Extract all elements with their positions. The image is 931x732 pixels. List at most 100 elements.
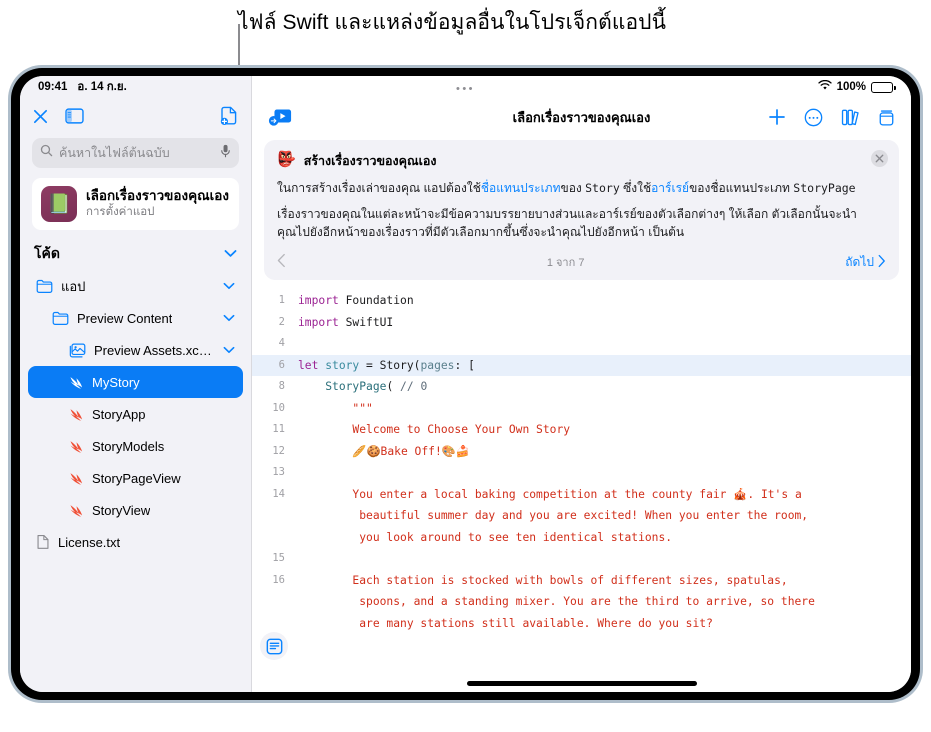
p1-part-c: ซึ่งใช้ — [619, 181, 652, 195]
p1-part-a: ในการสร้างเรื่องเล่าของคุณ แอปต้องใช้ — [277, 181, 481, 195]
run-preview-icon[interactable] — [268, 108, 292, 127]
close-icon[interactable] — [871, 150, 888, 167]
project-card[interactable]: 📗 เลือกเรื่องราวของคุณเอง การตั้งค่าแอป — [32, 178, 239, 230]
tree-item-preview-content[interactable]: Preview Content — [28, 302, 243, 334]
layers-icon[interactable] — [878, 108, 895, 127]
home-indicator — [466, 681, 697, 686]
code-text: 🥖🍪Bake Off!🎨🍰 — [298, 441, 469, 463]
line-number: 13 — [272, 466, 285, 479]
code-token: Each station is stocked with bowls of di… — [298, 573, 788, 587]
swift-icon — [68, 471, 84, 486]
code-line[interactable]: you look around to see ten identical sta… — [252, 527, 911, 549]
library-icon[interactable] — [841, 108, 860, 127]
tree-item-storyapp[interactable]: StoryApp — [28, 398, 243, 430]
code-token: are many stations still available. Where… — [298, 616, 713, 630]
info-card-page-count: 1 จาก 7 — [546, 257, 585, 270]
code-text: You enter a local baking competition at … — [298, 484, 801, 506]
chevron-down-icon[interactable] — [224, 245, 237, 263]
tree-item-storypageview[interactable]: StoryPageView — [28, 462, 243, 494]
code-token: import — [298, 315, 339, 329]
tree-item-mystory[interactable]: MyStory — [28, 366, 243, 398]
status-bar: 09:41 อ. 14 ก.ย. 100% — [20, 76, 911, 98]
status-date: อ. 14 ก.ย. — [77, 81, 127, 93]
code-line[interactable]: are many stations still available. Where… — [252, 613, 911, 635]
code-line[interactable]: 15 — [252, 548, 911, 570]
code-token: Welcome to Choose Your Own Story — [298, 423, 571, 437]
code-line[interactable]: 4 — [252, 333, 911, 355]
main-toolbar-actions — [768, 108, 895, 127]
chevron-left-icon[interactable] — [277, 253, 286, 271]
code-line[interactable]: beautiful summer day and you are excited… — [252, 505, 911, 527]
document-assistant-icon[interactable] — [260, 632, 288, 660]
status-right-group: 100% — [817, 79, 896, 94]
code-line[interactable]: 16 Each station is stocked with bowls of… — [252, 570, 911, 592]
search-input[interactable]: ค้นหาในไฟล์ต้นฉบับ — [32, 138, 239, 168]
line-number: 12 — [272, 444, 285, 457]
code-line[interactable]: spoons, and a standing mixer. You are th… — [252, 591, 911, 613]
project-name: เลือกเรื่องราวของคุณเอง — [86, 188, 229, 204]
tree-item-preview-assets-xcass[interactable]: Preview Assets.xcass... — [28, 334, 243, 366]
file-tree: แอป Preview Content Preview Assets.xcass..… — [20, 268, 251, 558]
code-token: StoryPage — [325, 380, 387, 394]
chevron-down-icon[interactable] — [223, 309, 235, 327]
chevron-down-icon[interactable] — [223, 277, 235, 295]
sidebar-toggle-icon[interactable] — [65, 108, 84, 124]
line-number: 2 — [278, 315, 285, 328]
code-line[interactable]: 14 You enter a local baking competition … — [252, 484, 911, 506]
battery-icon — [871, 81, 896, 93]
code-line[interactable]: 8 StoryPage( // 0 — [252, 376, 911, 398]
sidebar-section-title: โค้ด — [34, 245, 60, 261]
code-line[interactable]: 1 import Foundation — [252, 290, 911, 312]
chevron-down-icon[interactable] — [223, 341, 235, 359]
code-editor[interactable]: 1 import Foundation 2 import SwiftUI 4 6 let … — [252, 286, 911, 692]
project-icon-glyph: 📗 — [47, 194, 71, 215]
folder-icon — [52, 311, 69, 325]
close-icon[interactable] — [32, 108, 49, 125]
line-number: 15 — [272, 552, 285, 565]
code-line[interactable]: 2 import SwiftUI — [252, 312, 911, 334]
tree-item-storyview[interactable]: StoryView — [28, 494, 243, 526]
link-typealias[interactable]: ชื่อแทนประเภท — [481, 181, 561, 195]
line-number: 1 — [278, 294, 285, 307]
ellipsis-circle-icon[interactable] — [804, 108, 823, 127]
new-file-icon[interactable] — [220, 106, 239, 127]
line-number: 4 — [278, 337, 285, 350]
sidebar-toolbar — [20, 98, 251, 134]
line-number: 11 — [272, 423, 285, 436]
code-line[interactable]: 12 🥖🍪Bake Off!🎨🍰 — [252, 441, 911, 463]
code-line[interactable]: 10 """ — [252, 398, 911, 420]
callout-label: ไฟล์ Swift และแหล่งข้อมูลอื่นในโปรเจ็กต์… — [238, 11, 667, 34]
code-token: Story — [379, 358, 414, 372]
microphone-icon[interactable] — [220, 144, 231, 163]
tree-item-[interactable]: แอป — [28, 270, 243, 302]
link-array[interactable]: อาร์เรย์ — [651, 181, 689, 195]
code-line[interactable]: 13 — [252, 462, 911, 484]
line-number — [252, 613, 298, 635]
code-text: let story = Story(pages: [ — [298, 355, 475, 377]
code-text: StoryPage( // 0 — [298, 376, 427, 398]
tree-item-label: StoryApp — [92, 406, 146, 422]
tree-item-storymodels[interactable]: StoryModels — [28, 430, 243, 462]
p1-part-d: ของชื่อแทนประเภท — [689, 181, 794, 195]
text-icon — [36, 534, 50, 550]
tree-item-label: StoryModels — [92, 438, 165, 454]
main-panel: เลือกเรื่องราวของคุณเอง 👺 สร้างเรื่องราว… — [252, 76, 911, 692]
line-number — [252, 527, 298, 549]
code-text: Each station is stocked with bowls of di… — [298, 570, 788, 592]
plus-icon[interactable] — [768, 108, 786, 126]
folder-icon — [36, 279, 53, 293]
code-line[interactable]: 11 Welcome to Choose Your Own Story — [252, 419, 911, 441]
info-card-header: 👺 สร้างเรื่องราวของคุณเอง — [277, 151, 886, 171]
code-token: pages — [420, 358, 455, 372]
next-label: ถัดไป — [845, 254, 874, 269]
sidebar-section-code[interactable]: โค้ด — [20, 240, 251, 268]
device-screen: 09:41 อ. 14 ก.ย. 100% ••• ค้นหาในไฟล์ต้น… — [20, 76, 911, 692]
code-line[interactable]: 6 let story = Story(pages: [ — [252, 354, 911, 377]
sidebar: ค้นหาในไฟล์ต้นฉบับ 📗 เลือกเรื่องราวของคุ… — [20, 76, 252, 692]
next-button[interactable]: ถัดไป — [845, 253, 886, 272]
tree-item-license-txt[interactable]: License.txt — [28, 526, 243, 558]
search-icon — [40, 144, 53, 162]
